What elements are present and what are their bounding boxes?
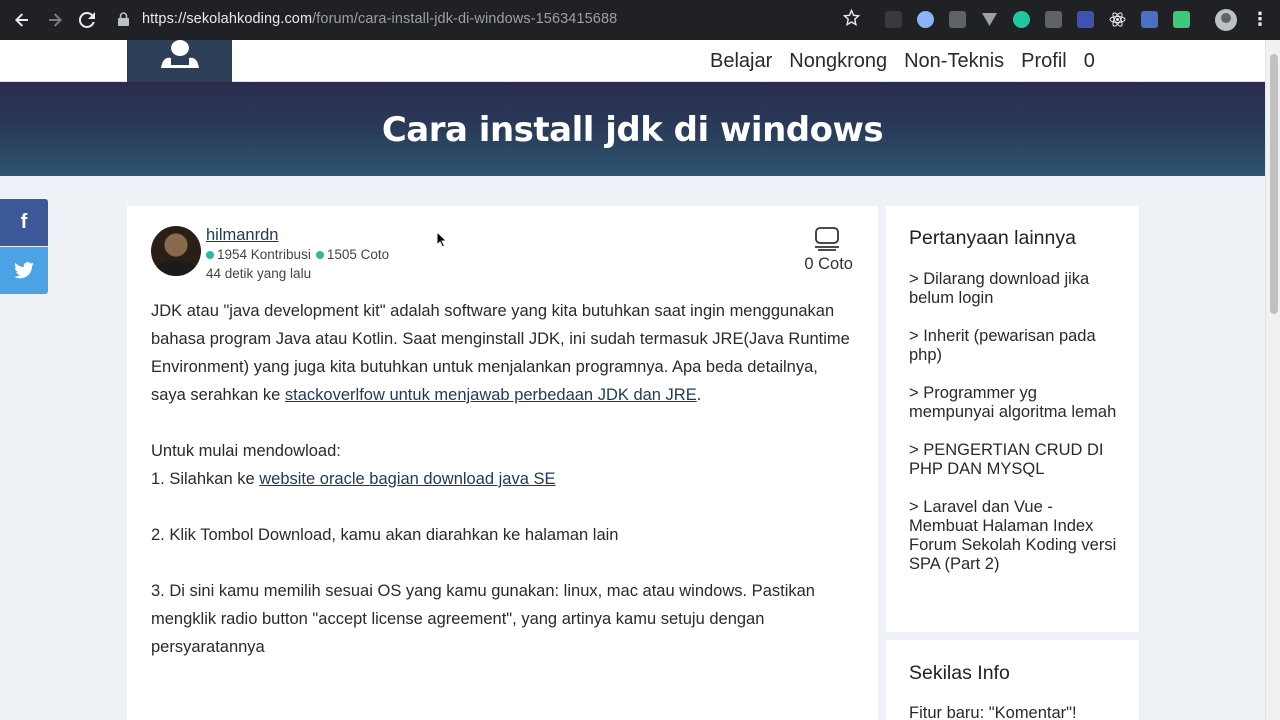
page-title: Cara install jdk di windows (381, 110, 884, 150)
post-coto-count[interactable]: 0 Coto (804, 255, 853, 274)
facebook-share-button[interactable]: f (0, 199, 48, 246)
nav-profil[interactable]: Profil (1021, 50, 1067, 73)
related-question-item[interactable]: > Dilarang download jika belum login (909, 270, 1119, 308)
related-question-item[interactable]: > Laravel dan Vue - Membuat Halaman Inde… (909, 498, 1119, 574)
oracle-download-link[interactable]: website oracle bagian download java SE (259, 470, 555, 488)
nav-non-teknis[interactable]: Non-Teknis (904, 50, 1004, 73)
post-paragraph-download: Untuk mulai mendowload: 1. Silahkan ke w… (151, 437, 851, 493)
address-bar[interactable]: https://sekolahkoding.com/forum/cara-ins… (142, 11, 617, 27)
mouse-cursor-icon (436, 231, 448, 248)
page-hero: Cara install jdk di windows (0, 82, 1265, 176)
post-card: hilmanrdn 1954 Kontribusi 1505 Coto 44 d… (127, 206, 878, 720)
step-1-text: 1. Silahkan ke (151, 470, 260, 488)
twitter-icon (14, 262, 34, 279)
browser-toolbar: https://sekolahkoding.com/forum/cara-ins… (0, 0, 1280, 40)
info-text: Fitur baru: "Komentar"! (909, 704, 1077, 720)
related-question-item[interactable]: > PENGERTIAN CRUD DI PHP DAN MYSQL (909, 441, 1119, 479)
nav-notification-count[interactable]: 0 (1084, 50, 1095, 73)
back-icon[interactable] (11, 9, 33, 31)
page-scrollbar[interactable] (1265, 40, 1280, 720)
download-step-1: 1. Silahkan ke website oracle bagian dow… (151, 465, 851, 493)
coto-cup-icon[interactable] (814, 227, 840, 251)
react-icon[interactable] (1109, 11, 1126, 28)
extension-icon[interactable] (1077, 11, 1094, 28)
extension-icon[interactable] (1141, 11, 1158, 28)
extension-icon[interactable] (917, 11, 934, 28)
facebook-icon: f (20, 211, 28, 233)
twitter-share-button[interactable] (0, 247, 48, 294)
post-time: 44 detik yang lalu (206, 266, 312, 281)
extension-icon[interactable] (949, 11, 966, 28)
download-intro: Untuk mulai mendowload: (151, 442, 341, 460)
info-card: Sekilas Info Fitur baru: "Komentar"! (886, 640, 1139, 720)
post-paragraph-intro: JDK atau "java development kit" adalah s… (151, 297, 851, 409)
extension-icon[interactable] (885, 11, 902, 28)
related-questions-card: Pertanyaan lainnya > Dilarang download j… (886, 206, 1139, 632)
star-icon[interactable] (842, 8, 861, 31)
intro-end: . (696, 386, 702, 404)
forward-icon[interactable] (44, 9, 66, 31)
reload-icon[interactable] (76, 9, 98, 31)
download-step-2: 2. Klik Tombol Download, kamu akan diara… (151, 526, 619, 544)
related-questions-title: Pertanyaan lainnya (909, 227, 1076, 249)
main-nav: Belajar Nongkrong Non-Teknis Profil 0 (710, 40, 1095, 82)
author-avatar[interactable] (151, 226, 201, 276)
url-path: /forum/cara-install-jdk-di-windows-15634… (312, 11, 618, 27)
related-questions-list: > Dilarang download jika belum login > I… (909, 270, 1119, 593)
related-question-item[interactable]: > Programmer yg mempunyai algoritma lema… (909, 384, 1119, 422)
author-coto-count: 1505 Coto (326, 247, 390, 262)
contribution-count: 1954 Kontribusi (217, 247, 311, 262)
profile-avatar-icon[interactable] (1215, 9, 1237, 31)
site-header: Belajar Nongkrong Non-Teknis Profil 0 (0, 40, 1265, 82)
nav-belajar[interactable]: Belajar (710, 50, 772, 73)
nav-nongkrong[interactable]: Nongkrong (789, 50, 887, 73)
coto-dot-icon (315, 250, 324, 259)
extension-icon[interactable] (981, 11, 998, 28)
author-name-link[interactable]: hilmanrdn (206, 226, 278, 245)
stackoverflow-link[interactable]: stackoverlfow untuk menjawab perbedaan J… (285, 386, 697, 404)
info-title: Sekilas Info (909, 662, 1010, 684)
url-host: https://sekolahkoding.com (142, 11, 313, 27)
download-step-3: 3. Di sini kamu memilih sesuai OS yang k… (151, 582, 815, 656)
scrollbar-thumb[interactable] (1270, 54, 1278, 314)
extension-icon[interactable] (1013, 11, 1030, 28)
contribution-dot-icon (206, 250, 214, 259)
author-stats: 1954 Kontribusi 1505 Coto (206, 247, 389, 262)
related-question-item[interactable]: > Inherit (pewarisan pada php) (909, 327, 1119, 365)
site-logo[interactable] (127, 40, 232, 82)
post-content: JDK atau "java development kit" adalah s… (151, 297, 851, 689)
lock-icon (118, 12, 132, 28)
extension-icon[interactable] (1173, 11, 1190, 28)
menu-dots-icon[interactable]: ⋮ (1251, 9, 1269, 30)
extension-icon[interactable] (1045, 11, 1062, 28)
logo-mascot-icon (161, 40, 199, 68)
